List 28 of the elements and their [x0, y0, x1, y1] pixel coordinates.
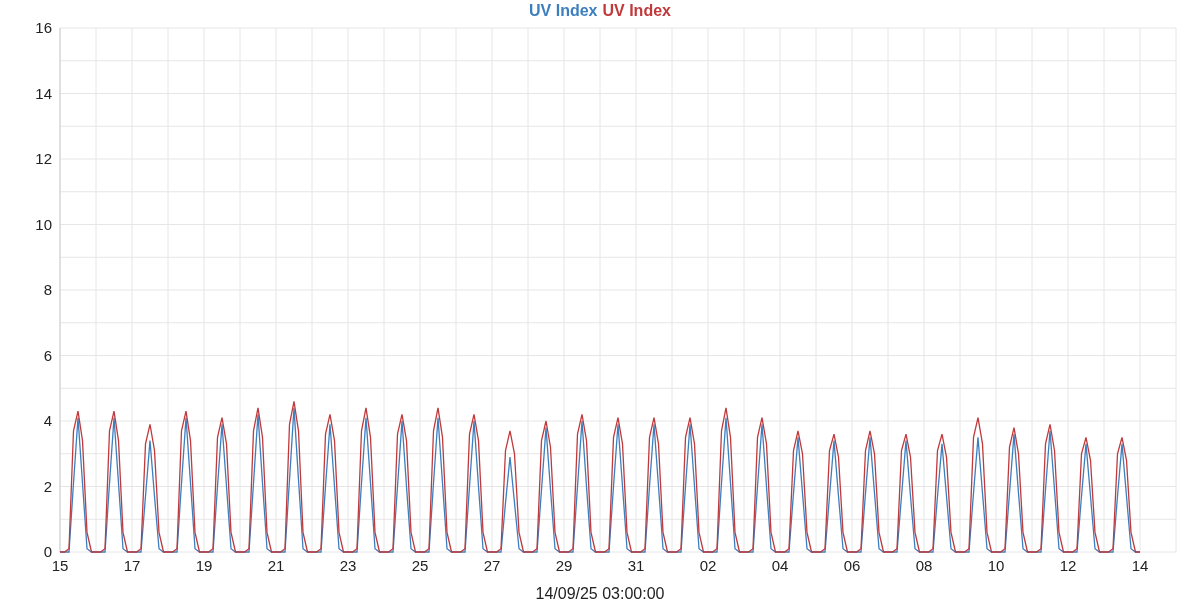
axis-tick-label: 12 — [1059, 557, 1077, 574]
axis-tick-label: 4 — [43, 412, 52, 429]
axis-tick-label: 23 — [339, 557, 357, 574]
axis-tick-label: 16 — [35, 19, 52, 36]
legend-label: UV Index — [529, 1, 598, 21]
axis-tick-label: 8 — [43, 281, 52, 298]
axis-tick-label: 14 — [35, 84, 52, 102]
axis-tick-label: 04 — [771, 557, 789, 574]
axis-tick-label: 27 — [483, 557, 501, 574]
axis-tick-label: 25 — [411, 557, 429, 574]
axis-tick-label: 02 — [699, 557, 717, 574]
axis-tick-label: 10 — [35, 215, 52, 233]
axis-tick-label: 15 — [51, 557, 69, 574]
axis-tick-label: 14 — [1131, 557, 1149, 574]
axis-tick-label: 17 — [123, 557, 141, 574]
legend-label: UV Index — [602, 1, 671, 21]
axis-tick-label: 2 — [43, 477, 52, 495]
axis-tick-label: 6 — [43, 346, 52, 364]
axis-tick-label: 21 — [267, 557, 285, 574]
axis-title: 14/09/25 03:00:00 — [535, 585, 665, 600]
axis-tick-label: 06 — [843, 557, 861, 574]
axis-tick-label: 19 — [195, 557, 213, 574]
axis-tick-label: 31 — [627, 557, 645, 574]
axis-tick-label: 08 — [915, 557, 933, 574]
axis-tick-label: 12 — [35, 150, 52, 167]
axis-tick-label: 0 — [43, 543, 52, 560]
axis-tick-label: 29 — [555, 557, 573, 574]
axis-tick-label: 10 — [987, 557, 1005, 574]
